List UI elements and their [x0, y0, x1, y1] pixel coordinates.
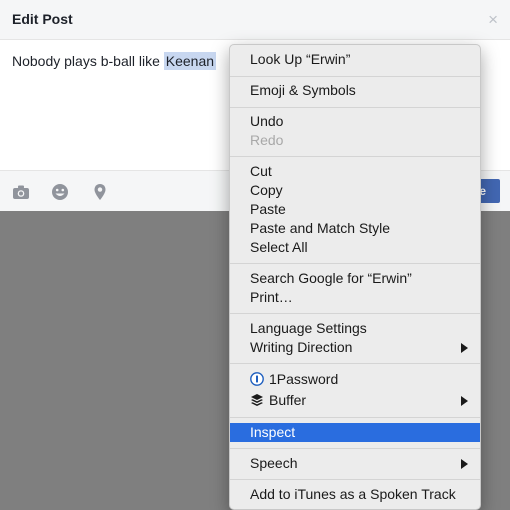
- location-pin-icon[interactable]: [90, 182, 110, 202]
- menu-item-look-up[interactable]: Look Up “Erwin”: [230, 50, 480, 69]
- menu-separator: [230, 417, 480, 418]
- menu-item-label: 1Password: [269, 371, 339, 387]
- selected-text[interactable]: Keenan: [163, 52, 217, 70]
- menu-item-paste[interactable]: Paste: [230, 200, 480, 219]
- menu-separator: [230, 313, 480, 314]
- menu-item-select-all[interactable]: Select All: [230, 238, 480, 257]
- 1password-icon: [250, 372, 264, 386]
- menu-item-paste-match-style[interactable]: Paste and Match Style: [230, 219, 480, 238]
- dialog-title: Edit Post: [12, 11, 73, 27]
- menu-item-label: Buffer: [269, 392, 307, 408]
- menu-separator: [230, 479, 480, 480]
- buffer-icon: [251, 394, 263, 406]
- menu-item-redo: Redo: [250, 132, 284, 148]
- dialog-header: Edit Post ×: [0, 0, 510, 40]
- menu-separator: [230, 76, 480, 77]
- menu-item-search-google[interactable]: Search Google for “Erwin”: [230, 269, 480, 288]
- menu-separator: [230, 263, 480, 264]
- menu-separator: [230, 448, 480, 449]
- menu-separator: [230, 107, 480, 108]
- menu-item-inspect[interactable]: Inspect: [230, 423, 480, 442]
- menu-item-label: Speech: [250, 455, 298, 471]
- menu-item-undo[interactable]: Undo: [230, 112, 480, 131]
- menu-item-language-settings[interactable]: Language Settings: [230, 319, 480, 338]
- menu-separator: [230, 156, 480, 157]
- camera-icon[interactable]: [11, 182, 31, 202]
- menu-item-speech[interactable]: Speech: [230, 454, 480, 473]
- menu-item-buffer[interactable]: Buffer: [230, 391, 480, 410]
- menu-item-print[interactable]: Print…: [230, 288, 480, 307]
- menu-item-cut[interactable]: Cut: [230, 162, 480, 181]
- submenu-arrow-icon: [461, 459, 468, 469]
- post-text: Nobody plays b-ball like: [12, 53, 164, 69]
- menu-item-1password[interactable]: 1Password: [230, 370, 480, 389]
- menu-item-copy[interactable]: Copy: [230, 181, 480, 200]
- close-icon[interactable]: ×: [488, 10, 498, 30]
- menu-item-emoji-symbols[interactable]: Emoji & Symbols: [230, 81, 480, 100]
- post-text-area[interactable]: Nobody plays b-ball like Keenan: [12, 52, 217, 70]
- submenu-arrow-icon: [461, 396, 468, 406]
- menu-separator: [230, 363, 480, 364]
- menu-item-label: Writing Direction: [250, 339, 353, 355]
- emoji-icon[interactable]: [50, 182, 70, 202]
- context-menu: Look Up “Erwin” Emoji & Symbols Undo Red…: [229, 44, 481, 510]
- menu-item-add-to-itunes[interactable]: Add to iTunes as a Spoken Track: [230, 485, 480, 504]
- submenu-arrow-icon: [461, 343, 468, 353]
- menu-item-writing-direction[interactable]: Writing Direction: [230, 338, 480, 357]
